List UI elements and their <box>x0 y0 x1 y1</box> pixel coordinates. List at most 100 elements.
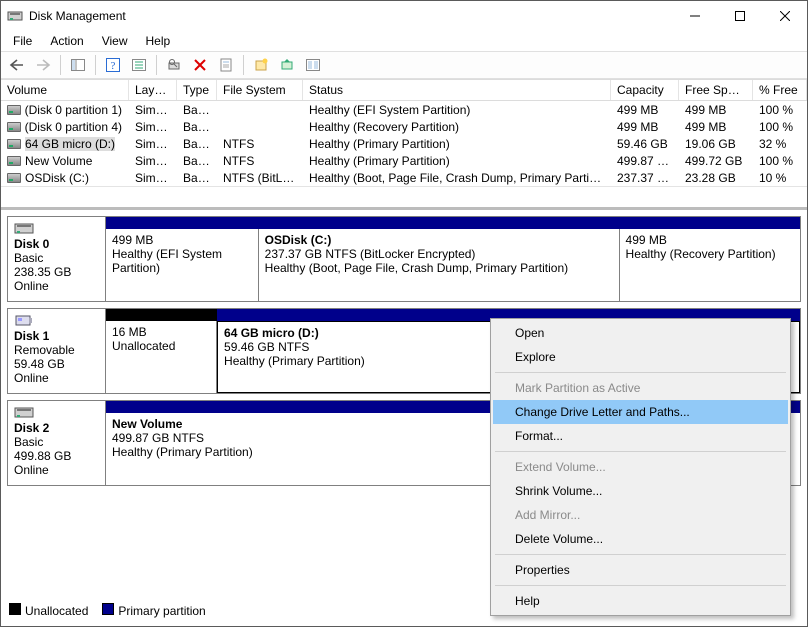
partition[interactable]: OSDisk (C:)237.37 GB NTFS (BitLocker Enc… <box>259 229 620 301</box>
disk-size: 238.35 GB <box>14 265 99 279</box>
explore-button[interactable] <box>162 54 186 76</box>
menu-help[interactable]: Help <box>138 32 179 50</box>
partition[interactable]: 499 MBHealthy (Recovery Partition) <box>620 229 800 301</box>
column-header-freespace[interactable]: Free Space <box>679 80 753 100</box>
back-button[interactable] <box>5 54 29 76</box>
minimize-button[interactable] <box>672 2 717 30</box>
legend-primary: Primary partition <box>102 603 205 618</box>
partition-size: 16 MB <box>112 325 210 339</box>
disk-partitions: 499 MBHealthy (EFI System Partition)OSDi… <box>106 217 800 301</box>
volume-row[interactable]: (Disk 0 partition 1)SimpleBasicHealthy (… <box>1 101 807 118</box>
volume-row[interactable]: 64 GB micro (D:)SimpleBasicNTFSHealthy (… <box>1 135 807 152</box>
disk-size: 499.88 GB <box>14 449 99 463</box>
context-menu-separator <box>495 372 786 373</box>
context-menu-item[interactable]: Open <box>493 321 788 345</box>
context-menu-item: Add Mirror... <box>493 503 788 527</box>
forward-button[interactable] <box>31 54 55 76</box>
properties-button[interactable] <box>214 54 238 76</box>
volume-list[interactable]: (Disk 0 partition 1)SimpleBasicHealthy (… <box>1 101 807 186</box>
volume-list-header: Volume Layout Type File System Status Ca… <box>1 79 807 101</box>
column-header-type[interactable]: Type <box>177 80 217 100</box>
drive-icon <box>7 105 21 115</box>
menu-bar: File Action View Help <box>1 31 807 51</box>
volume-percent-free: 10 % <box>753 168 807 188</box>
context-menu-item: Extend Volume... <box>493 455 788 479</box>
context-menu-item[interactable]: Format... <box>493 424 788 448</box>
context-menu-separator <box>495 554 786 555</box>
context-menu-item[interactable]: Change Drive Letter and Paths... <box>493 400 788 424</box>
menu-file[interactable]: File <box>5 32 40 50</box>
column-header-percent-free[interactable]: % Free <box>753 80 807 100</box>
disk-status: Online <box>14 279 99 293</box>
partition-title: OSDisk (C:) <box>265 233 613 247</box>
disk-info[interactable]: Disk 2Basic499.88 GBOnline <box>8 401 106 485</box>
maximize-button[interactable] <box>717 2 762 30</box>
volume-name: New Volume <box>25 154 92 168</box>
menu-action[interactable]: Action <box>42 32 91 50</box>
svg-text:?: ? <box>111 60 116 72</box>
show-hide-console-tree-button[interactable] <box>66 54 90 76</box>
disk-type: Basic <box>14 251 99 265</box>
toolbar-separator <box>60 55 61 75</box>
app-icon <box>7 8 23 24</box>
partition-size: 237.37 GB NTFS (BitLocker Encrypted) <box>265 247 613 261</box>
drive-icon <box>7 173 21 183</box>
context-menu-item[interactable]: Shrink Volume... <box>493 479 788 503</box>
disk-type: Removable <box>14 343 99 357</box>
disk-status: Online <box>14 371 99 385</box>
legend: Unallocated Primary partition <box>7 599 208 622</box>
volume-type: Basic <box>177 168 217 188</box>
close-button[interactable] <box>762 2 807 30</box>
context-menu-item[interactable]: Properties <box>493 558 788 582</box>
title-bar: Disk Management <box>1 1 807 31</box>
attach-vhd-button[interactable] <box>275 54 299 76</box>
volume-name: 64 GB micro (D:) <box>25 137 115 151</box>
delete-button[interactable] <box>188 54 212 76</box>
toolbar-separator <box>243 55 244 75</box>
context-menu-item[interactable]: Delete Volume... <box>493 527 788 551</box>
volume-row[interactable]: OSDisk (C:)SimpleBasicNTFS (BitLo...Heal… <box>1 169 807 186</box>
volume-row[interactable]: (Disk 0 partition 4)SimpleBasicHealthy (… <box>1 118 807 135</box>
settings-button[interactable] <box>127 54 151 76</box>
partition-status: Healthy (EFI System Partition) <box>112 247 252 275</box>
drive-icon <box>7 156 21 166</box>
drive-icon <box>7 122 21 132</box>
volume-layout: Simple <box>129 168 177 188</box>
disk-row: Disk 0Basic238.35 GBOnline499 MBHealthy … <box>7 216 801 302</box>
disk-type: Basic <box>14 435 99 449</box>
column-header-capacity[interactable]: Capacity <box>611 80 679 100</box>
disk-info[interactable]: Disk 0Basic238.35 GBOnline <box>8 217 106 301</box>
partition-size: 499 MB <box>626 233 794 247</box>
help-button[interactable]: ? <box>101 54 125 76</box>
disk-icon <box>14 313 34 327</box>
partition[interactable]: 16 MBUnallocated <box>106 321 217 393</box>
disk-status: Online <box>14 463 99 477</box>
disk-name: Disk 1 <box>14 329 99 343</box>
volume-filesystem <box>217 107 303 113</box>
disk-info[interactable]: Disk 1Removable59.48 GBOnline <box>8 309 106 393</box>
disk-icon <box>14 221 34 235</box>
partition[interactable]: 499 MBHealthy (EFI System Partition) <box>106 229 259 301</box>
disk-icon <box>14 405 34 419</box>
context-menu-item[interactable]: Help <box>493 589 788 613</box>
context-menu-separator <box>495 585 786 586</box>
partition-status: Healthy (Recovery Partition) <box>626 247 794 261</box>
partition-size: 499 MB <box>112 233 252 247</box>
new-volume-button[interactable] <box>249 54 273 76</box>
pane-splitter[interactable] <box>1 186 807 210</box>
volume-name: (Disk 0 partition 1) <box>25 103 122 117</box>
column-header-volume[interactable]: Volume <box>1 80 129 100</box>
column-header-filesystem[interactable]: File System <box>217 80 303 100</box>
volume-filesystem: NTFS (BitLo... <box>217 168 303 188</box>
column-header-status[interactable]: Status <box>303 80 611 100</box>
context-menu-item: Mark Partition as Active <box>493 376 788 400</box>
volume-row[interactable]: New VolumeSimpleBasicNTFSHealthy (Primar… <box>1 152 807 169</box>
legend-unallocated: Unallocated <box>9 603 88 618</box>
context-menu-separator <box>495 451 786 452</box>
detach-vhd-button[interactable] <box>301 54 325 76</box>
toolbar-separator <box>95 55 96 75</box>
volume-name: (Disk 0 partition 4) <box>25 120 122 134</box>
menu-view[interactable]: View <box>94 32 136 50</box>
context-menu-item[interactable]: Explore <box>493 345 788 369</box>
column-header-layout[interactable]: Layout <box>129 80 177 100</box>
